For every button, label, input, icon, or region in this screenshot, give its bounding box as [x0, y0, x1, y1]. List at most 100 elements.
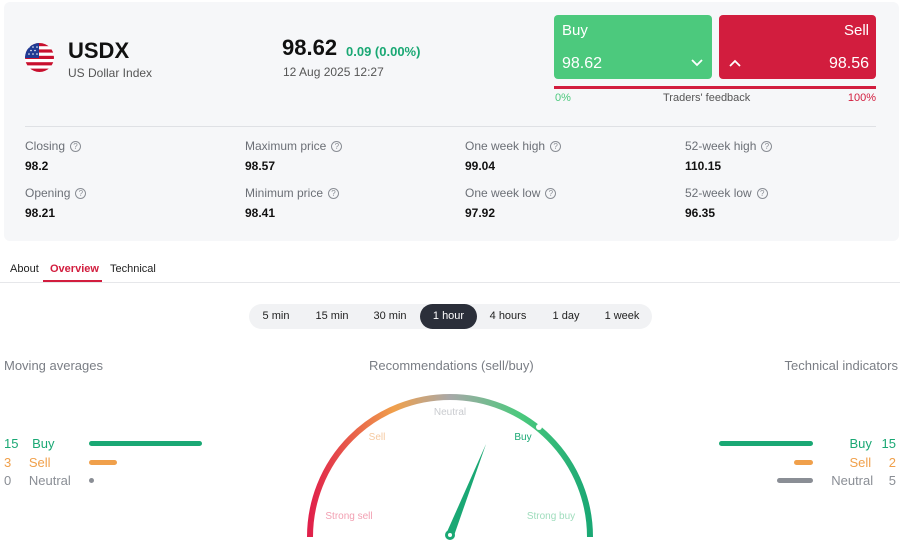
- stat-value: 98.57: [245, 159, 276, 173]
- divider: [25, 126, 876, 127]
- ma-sell-count: 3: [4, 455, 12, 470]
- timeframe-1-week[interactable]: 1 week: [596, 304, 648, 329]
- gauge-needle: [446, 443, 487, 537]
- price-change: 0.09 (0.00%): [346, 44, 421, 59]
- ti-neutral-label: Neutral: [831, 473, 874, 488]
- timeframe-1-hour[interactable]: 1 hour: [420, 304, 477, 329]
- current-price: 98.62: [282, 35, 338, 60]
- ti-sell-bar: [794, 460, 813, 465]
- ti-buy-label: Buy: [849, 436, 872, 451]
- ma-neutral-row: 0 Neutral: [4, 473, 71, 488]
- sell-button[interactable]: Sell 98.56: [719, 15, 876, 79]
- stat-value: 96.35: [685, 206, 716, 220]
- stat-value: 110.15: [685, 159, 722, 173]
- stat-value: 99.04: [465, 159, 496, 173]
- moving-averages-title: Moving averages: [4, 358, 103, 373]
- ti-neutral-row: Neutral 5: [831, 473, 896, 488]
- stat-52-week-low: 52-week low? 96.35: [685, 186, 768, 220]
- stat-opening: Opening? 98.21: [25, 186, 87, 220]
- stat-label: Minimum price: [245, 186, 324, 200]
- us-flag-icon: [25, 43, 54, 72]
- stat-label: One week high: [465, 139, 546, 153]
- ma-buy-label: Buy: [32, 436, 55, 451]
- tab-about[interactable]: About: [10, 263, 39, 275]
- ti-neutral-count: 5: [888, 473, 896, 488]
- stat-label: Maximum price: [245, 139, 327, 153]
- timeframe-1-day[interactable]: 1 day: [539, 304, 593, 329]
- section-tabs: About Overview Technical: [0, 258, 900, 283]
- stat-value: 98.21: [25, 206, 56, 220]
- buy-price: 98.62: [562, 55, 603, 72]
- ma-buy-count: 15: [4, 436, 19, 451]
- help-icon[interactable]: ?: [75, 187, 87, 199]
- feedback-label: Traders' feedback: [663, 92, 751, 104]
- ma-sell-row: 3 Sell: [4, 455, 51, 470]
- ti-sell-label: Sell: [849, 455, 872, 470]
- zone-neutral-label: Neutral: [434, 407, 466, 418]
- ti-sell-row: Sell 2: [849, 455, 896, 470]
- ma-sell-label: Sell: [28, 455, 51, 470]
- feedback-sell-percent: 100%: [847, 92, 876, 104]
- help-icon[interactable]: ?: [331, 140, 343, 152]
- stat-label: Opening: [25, 186, 71, 200]
- gauge-pivot-center: [448, 533, 452, 537]
- instrument-symbol: USDX: [68, 38, 130, 63]
- ma-buy-bar: [89, 441, 202, 446]
- ma-sell-bar: [89, 460, 117, 465]
- tab-overview[interactable]: Overview: [50, 263, 99, 275]
- quote-datetime: 12 Aug 2025 12:27: [283, 65, 384, 79]
- buy-label: Buy: [562, 22, 588, 39]
- chevron-down-icon: [691, 59, 703, 67]
- ti-neutral-bar: [777, 478, 813, 483]
- ti-buy-count: 15: [881, 436, 896, 451]
- stat-one-week-low: One week low? 97.92: [465, 186, 557, 220]
- help-icon[interactable]: ?: [550, 140, 562, 152]
- timeframe-30-min[interactable]: 30 min: [363, 304, 417, 329]
- ma-buy-row: 15 Buy: [4, 436, 55, 451]
- timeframe-15-min[interactable]: 15 min: [305, 304, 359, 329]
- stat-minimum-price: Minimum price? 98.41: [245, 186, 340, 220]
- timeframe-4-hours[interactable]: 4 hours: [481, 304, 535, 329]
- stat-one-week-high: One week high? 99.04: [465, 139, 562, 173]
- help-icon[interactable]: ?: [756, 187, 768, 199]
- timeframe-5-min[interactable]: 5 min: [251, 304, 301, 329]
- active-tab-indicator: [43, 280, 102, 282]
- tab-technical[interactable]: Technical: [110, 263, 156, 275]
- zone-buy-label: Buy: [514, 432, 531, 443]
- technical-indicators-title: Technical indicators: [784, 358, 898, 373]
- zone-strong-buy-label: Strong buy: [527, 511, 575, 522]
- stat-closing: Closing? 98.2: [25, 139, 82, 173]
- recommendations-title: Recommendations (sell/buy): [369, 358, 534, 373]
- help-icon[interactable]: ?: [70, 140, 82, 152]
- zone-strong-sell-label: Strong sell: [325, 511, 372, 522]
- traders-feedback-bar: [554, 86, 876, 89]
- stat-label: 52-week low: [685, 186, 752, 200]
- stat-label: Closing: [25, 139, 66, 153]
- gauge-marker: [536, 424, 542, 430]
- buy-button[interactable]: Buy 98.62: [554, 15, 712, 79]
- chevron-up-icon: [729, 59, 741, 67]
- ti-buy-bar: [719, 441, 813, 446]
- ti-sell-count: 2: [888, 455, 896, 470]
- stat-value: 97.92: [465, 206, 496, 220]
- recommendation-gauge: Sell Neutral Buy Strong sell Strong buy: [307, 394, 593, 540]
- timeframe-selector: 5 min 15 min 30 min 1 hour 4 hours 1 day…: [249, 304, 652, 329]
- stat-52-week-high: 52-week high? 110.15: [685, 139, 773, 173]
- help-icon[interactable]: ?: [545, 187, 557, 199]
- feedback-buy-percent: 0%: [555, 92, 571, 104]
- sell-label: Sell: [843, 22, 869, 39]
- sell-price: 98.56: [828, 55, 869, 72]
- help-icon[interactable]: ?: [761, 140, 773, 152]
- stat-label: One week low: [465, 186, 541, 200]
- ti-buy-row: Buy 15: [850, 436, 897, 451]
- zone-sell-label: Sell: [369, 432, 386, 443]
- help-icon[interactable]: ?: [328, 187, 340, 199]
- stat-maximum-price: Maximum price? 98.57: [245, 139, 343, 173]
- ma-neutral-count: 0: [4, 473, 12, 488]
- instrument-name: US Dollar Index: [68, 66, 153, 80]
- ma-neutral-label: Neutral: [28, 473, 71, 488]
- stat-label: 52-week high: [685, 139, 757, 153]
- stat-value: 98.41: [245, 206, 276, 220]
- ma-neutral-bar: [89, 478, 94, 483]
- stat-value: 98.2: [25, 159, 49, 173]
